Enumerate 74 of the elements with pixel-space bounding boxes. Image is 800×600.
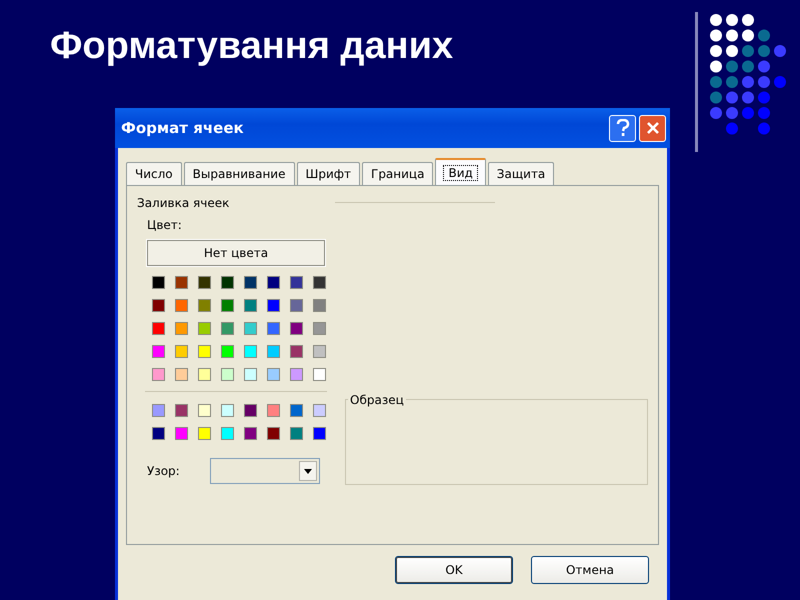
color-swatch[interactable] bbox=[267, 299, 280, 312]
tab[interactable]: Граница bbox=[362, 162, 434, 185]
color-swatch[interactable] bbox=[221, 276, 234, 289]
cancel-button[interactable]: Отмена bbox=[531, 556, 649, 584]
help-button[interactable] bbox=[609, 114, 636, 142]
color-swatch[interactable] bbox=[313, 345, 326, 358]
tab[interactable]: Выравнивание bbox=[184, 162, 294, 185]
color-swatch[interactable] bbox=[221, 345, 234, 358]
color-swatch[interactable] bbox=[267, 345, 280, 358]
color-swatch[interactable] bbox=[175, 345, 188, 358]
color-swatch[interactable] bbox=[152, 322, 165, 335]
color-swatch[interactable] bbox=[267, 276, 280, 289]
color-swatch[interactable] bbox=[313, 404, 326, 417]
color-swatch[interactable] bbox=[267, 322, 280, 335]
color-swatch[interactable] bbox=[221, 404, 234, 417]
color-swatch[interactable] bbox=[290, 427, 303, 440]
color-swatch[interactable] bbox=[198, 276, 211, 289]
color-swatch[interactable] bbox=[152, 404, 165, 417]
color-swatch[interactable] bbox=[175, 368, 188, 381]
pattern-label: Узор: bbox=[147, 463, 180, 480]
color-swatch[interactable] bbox=[175, 427, 188, 440]
color-swatch[interactable] bbox=[152, 368, 165, 381]
group-title: Заливка ячеек bbox=[137, 195, 230, 212]
color-swatch[interactable] bbox=[290, 299, 303, 312]
color-swatch[interactable] bbox=[290, 276, 303, 289]
color-swatch[interactable] bbox=[290, 368, 303, 381]
slide-title: Форматування даних bbox=[50, 24, 454, 69]
color-swatch[interactable] bbox=[313, 322, 326, 335]
window-title: Формат ячеек bbox=[121, 118, 245, 139]
color-swatch[interactable] bbox=[152, 299, 165, 312]
color-swatch[interactable] bbox=[221, 427, 234, 440]
color-swatch[interactable] bbox=[313, 299, 326, 312]
color-swatch[interactable] bbox=[221, 322, 234, 335]
color-swatch[interactable] bbox=[244, 299, 257, 312]
color-swatch[interactable] bbox=[290, 322, 303, 335]
tab[interactable]: Шрифт bbox=[296, 162, 360, 185]
color-swatch[interactable] bbox=[267, 404, 280, 417]
ok-button[interactable]: OK bbox=[395, 556, 513, 584]
color-swatch[interactable] bbox=[152, 427, 165, 440]
color-swatch[interactable] bbox=[198, 345, 211, 358]
help-icon bbox=[616, 119, 630, 137]
color-swatch[interactable] bbox=[244, 322, 257, 335]
color-swatch[interactable] bbox=[198, 368, 211, 381]
color-label: Цвет: bbox=[147, 217, 183, 234]
color-swatch[interactable] bbox=[313, 427, 326, 440]
color-swatch[interactable] bbox=[198, 299, 211, 312]
color-swatch[interactable] bbox=[244, 404, 257, 417]
color-swatch[interactable] bbox=[244, 276, 257, 289]
tab[interactable]: Число bbox=[126, 162, 182, 185]
color-swatch[interactable] bbox=[244, 345, 257, 358]
color-swatch[interactable] bbox=[175, 276, 188, 289]
color-swatch[interactable] bbox=[152, 276, 165, 289]
color-swatch[interactable] bbox=[267, 368, 280, 381]
color-swatch[interactable] bbox=[244, 368, 257, 381]
color-swatch[interactable] bbox=[221, 299, 234, 312]
color-swatch[interactable] bbox=[313, 276, 326, 289]
no-color-button[interactable]: Нет цвета bbox=[147, 240, 325, 266]
close-button[interactable] bbox=[639, 114, 666, 142]
color-swatch[interactable] bbox=[267, 427, 280, 440]
color-swatch[interactable] bbox=[198, 404, 211, 417]
tab[interactable]: Вид bbox=[435, 158, 486, 185]
color-swatch[interactable] bbox=[290, 404, 303, 417]
color-swatch[interactable] bbox=[221, 368, 234, 381]
color-swatch[interactable] bbox=[175, 404, 188, 417]
color-swatch[interactable] bbox=[313, 368, 326, 381]
color-swatch[interactable] bbox=[290, 345, 303, 358]
close-icon bbox=[646, 121, 660, 135]
color-swatch[interactable] bbox=[198, 427, 211, 440]
color-swatch[interactable] bbox=[198, 322, 211, 335]
color-swatch[interactable] bbox=[175, 299, 188, 312]
color-swatch[interactable] bbox=[244, 427, 257, 440]
color-swatch[interactable] bbox=[175, 322, 188, 335]
tab[interactable]: Защита bbox=[488, 162, 554, 185]
color-swatch[interactable] bbox=[152, 345, 165, 358]
